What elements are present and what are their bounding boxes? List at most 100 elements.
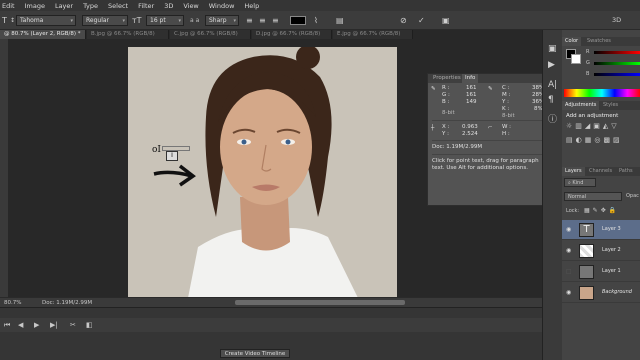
font-size-value: 16 pt (150, 17, 166, 24)
tab-active-document[interactable]: @ 80.7% (Layer 2, RGB/8) * (0, 30, 86, 39)
menu-window[interactable]: Window (209, 2, 235, 10)
layer-row-layer-3[interactable]: ◉ T Layer 3 (562, 220, 640, 240)
background-color-swatch[interactable] (571, 54, 581, 64)
menu-edit[interactable]: Edit (2, 2, 15, 10)
eye-icon[interactable]: ◉ (566, 247, 571, 254)
layer-name[interactable]: Layer 3 (602, 226, 621, 232)
m-label: M : (502, 92, 511, 98)
orientation-toggle-icon[interactable]: ↕ (10, 15, 15, 26)
x-value: 0.963 (462, 124, 478, 130)
horizontal-scrollbar[interactable] (235, 300, 405, 305)
paragraph-icon[interactable]: ¶ (548, 95, 554, 105)
tab-c-jpg[interactable]: C.jpg @ 66.7% (RGB/8) (170, 30, 251, 39)
b-label: B : (442, 99, 450, 105)
y-label: Y : (502, 99, 509, 105)
tab-paths[interactable]: Paths (616, 167, 636, 176)
menu-help[interactable]: Help (244, 2, 259, 10)
layer-row-layer-2[interactable]: ◉ Layer 2 (562, 241, 640, 261)
x-label: X : (442, 124, 450, 130)
layer-row-layer-1[interactable]: □ Layer 1 (562, 262, 640, 282)
font-family-select[interactable]: Tahoma ▾ (16, 15, 76, 26)
first-frame-icon[interactable]: ⏮ (4, 321, 10, 330)
opacity-label: Opac (626, 193, 639, 199)
eye-icon[interactable]: ◉ (566, 289, 571, 296)
bitdepth-right: 8-bit (502, 113, 515, 119)
zoom-level[interactable]: 80.7% (4, 300, 21, 306)
layer-name[interactable]: Background (602, 289, 632, 295)
selection-size-icon: ⌐ (488, 125, 493, 131)
font-size-select[interactable]: 16 pt ▾ (146, 15, 184, 26)
info-icon[interactable]: ⓘ (548, 115, 557, 125)
previous-frame-icon[interactable]: ◀ (18, 321, 23, 329)
align-left-icon[interactable]: ≡ (246, 15, 253, 26)
next-frame-icon[interactable]: ▶| (50, 321, 58, 329)
create-video-timeline-button[interactable]: Create Video Timeline (220, 349, 290, 358)
tab-color[interactable]: Color (562, 37, 582, 46)
doc-size-status[interactable]: Doc: 1.19M/2.99M (42, 300, 92, 306)
cancel-icon[interactable]: ⊘ (400, 15, 407, 26)
menu-3d[interactable]: 3D (164, 2, 173, 10)
play-icon[interactable]: ▶ (34, 321, 39, 329)
toolbox[interactable] (0, 39, 8, 297)
r-label: R : (442, 85, 450, 91)
tab-adjustments[interactable]: Adjustments (562, 101, 600, 110)
right-panels: Color Swatches R G B Adjustments Styles … (562, 30, 640, 360)
menu-select[interactable]: Select (108, 2, 128, 10)
layer-row-background[interactable]: ◉ Background (562, 283, 640, 303)
tab-styles[interactable]: Styles (600, 101, 621, 110)
commit-icon[interactable]: ✓ (418, 15, 425, 26)
kind-label: Kind (572, 180, 584, 186)
tab-d-jpg[interactable]: D.jpg @ 66.7% (RGB/8) (252, 30, 332, 39)
menu-filter[interactable]: Filter (138, 2, 154, 10)
menu-image[interactable]: Image (25, 2, 45, 10)
font-style-value: Regular (86, 17, 110, 24)
eye-hidden-icon[interactable]: □ (566, 268, 572, 275)
color-panel-header: Color Swatches (562, 37, 640, 46)
tab-layers[interactable]: Layers (562, 167, 585, 176)
actions-icon[interactable]: ▶ (548, 60, 555, 70)
character-icon[interactable]: A| (548, 80, 557, 90)
tab-swatches[interactable]: Swatches (584, 37, 614, 46)
align-right-icon[interactable]: ≡ (272, 15, 279, 26)
doc-size-info: Doc: 1.19M/2.99M (432, 144, 483, 150)
layer-filter-select[interactable]: ⌕ Kind (564, 178, 596, 187)
k-label: K : (502, 106, 510, 112)
font-style-select[interactable]: Regular ▾ (82, 15, 128, 26)
green-slider[interactable] (594, 62, 640, 65)
menu-type[interactable]: Type (83, 2, 98, 10)
antialias-select[interactable]: Sharp ▾ (205, 15, 239, 26)
3d-mode-label[interactable]: 3D (612, 15, 621, 26)
scissors-icon[interactable]: ✂ (70, 321, 76, 329)
eyedropper-icon: ✎ (431, 86, 436, 92)
eye-icon[interactable]: ◉ (566, 226, 571, 233)
g-label: G : (442, 92, 450, 98)
bitdepth-left: 8-bit (442, 110, 455, 116)
blend-mode-select[interactable]: Normal (564, 192, 622, 201)
tab-b-jpg[interactable]: B.jpg @ 66.7% (RGB/8) (87, 30, 169, 39)
color-spectrum[interactable] (564, 89, 640, 97)
tab-properties[interactable]: Properties (430, 74, 464, 83)
history-icon[interactable]: ▣ (548, 44, 557, 54)
adjustment-icons-row-1[interactable]: ☼▥◢▣◭▽ (566, 122, 640, 130)
tab-e-jpg[interactable]: E.jpg @ 66.7% (RGB/8) (333, 30, 413, 39)
align-center-icon[interactable]: ≡ (259, 15, 266, 26)
layer-name[interactable]: Layer 1 (602, 268, 621, 274)
text-color-swatch[interactable] (290, 16, 306, 25)
b-value: 149 (466, 99, 477, 105)
warp-text-icon[interactable]: ⌇ (314, 15, 318, 26)
lock-icons[interactable]: ▦✎✥🔒 (584, 207, 619, 214)
canvas-text-layer[interactable]: oI (152, 145, 161, 155)
tab-info[interactable]: Info (462, 74, 479, 83)
menu-layer[interactable]: Layer (55, 2, 73, 10)
transition-icon[interactable]: ◧ (86, 321, 93, 329)
adjustment-icons-row-2[interactable]: ▤◐▦◎▩▨ (566, 136, 640, 144)
red-slider[interactable] (594, 51, 640, 54)
blue-slider[interactable] (594, 73, 640, 76)
menu-view[interactable]: View (183, 2, 198, 10)
character-panel-icon[interactable]: ▤ (336, 15, 344, 26)
layer-name[interactable]: Layer 2 (602, 247, 621, 253)
arrow-annotation (153, 164, 196, 187)
type-tool-icon[interactable]: T (2, 15, 7, 26)
tab-channels[interactable]: Channels (586, 167, 615, 176)
3d-text-icon[interactable]: ▣ (442, 15, 450, 26)
